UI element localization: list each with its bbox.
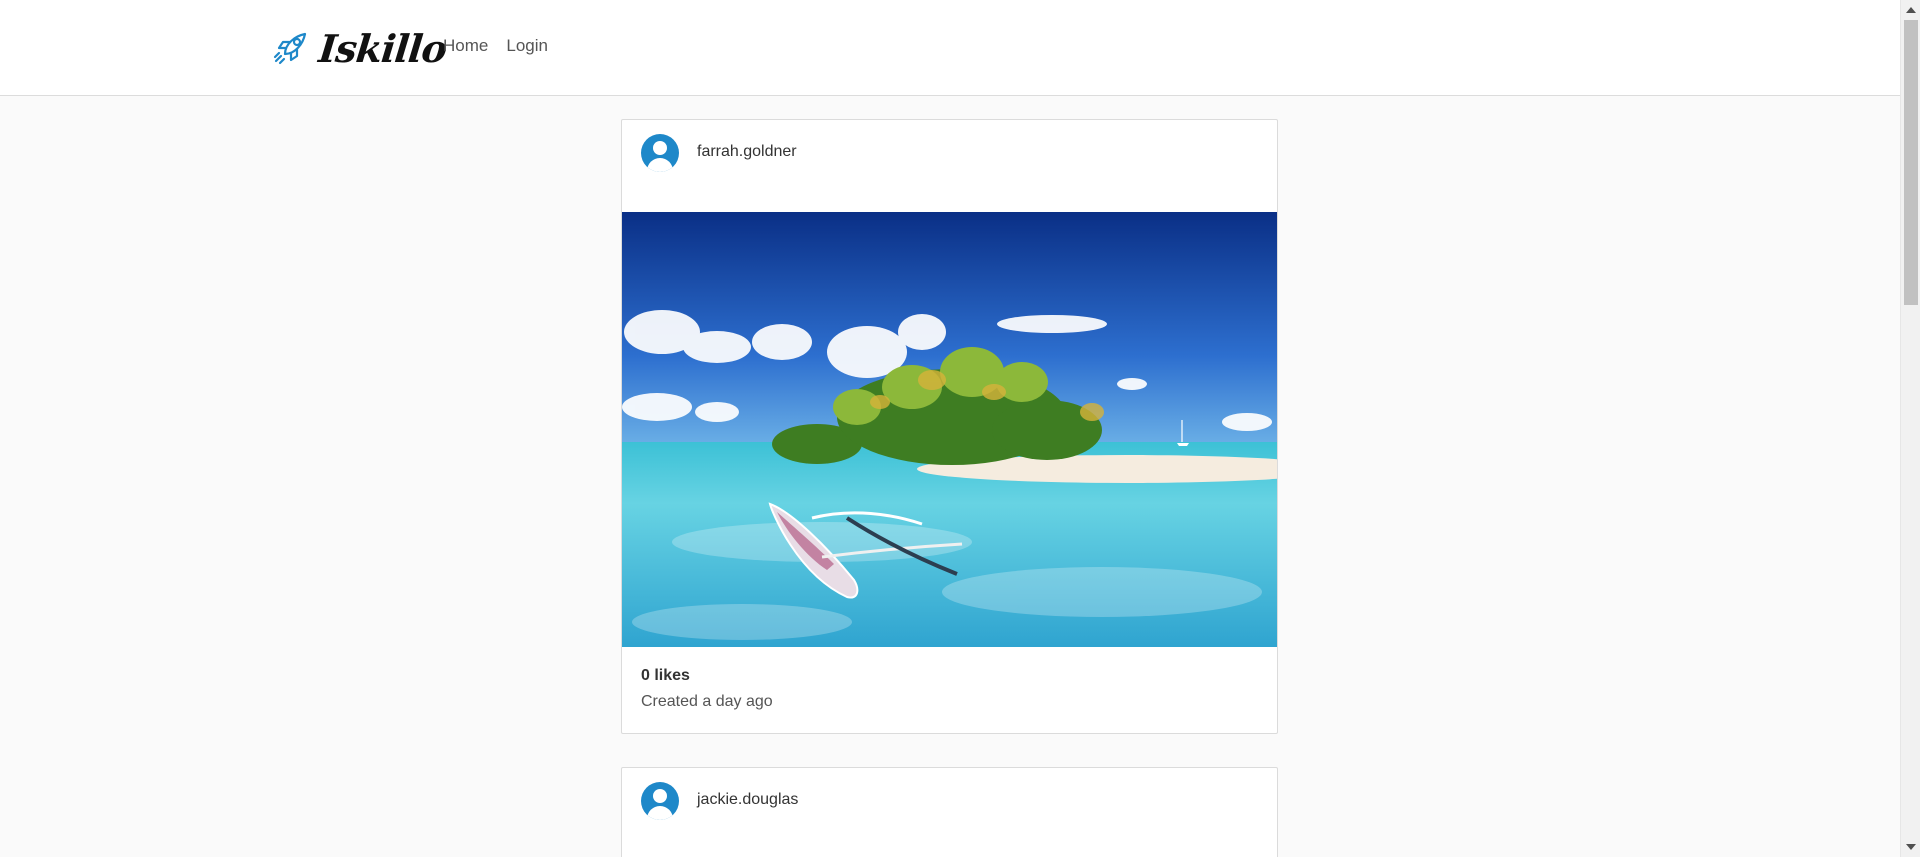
- navbar: Iskillo Home Login: [0, 0, 1900, 96]
- rocket-icon: [273, 32, 307, 65]
- post-card: farrah.goldner 0 likes Created a day ago: [621, 119, 1278, 734]
- brand-logo[interactable]: Iskillo: [271, 24, 449, 72]
- post-feed: farrah.goldner 0 likes Created a day ago…: [621, 119, 1278, 857]
- post-header: farrah.goldner: [622, 120, 1277, 212]
- scroll-up-icon[interactable]: [1906, 7, 1916, 13]
- post-card: jackie.douglas: [621, 767, 1278, 857]
- post-image[interactable]: [622, 212, 1277, 647]
- brand-wordmark: Iskillo: [316, 25, 449, 71]
- post-likes-count: 0 likes: [641, 667, 690, 684]
- scrollbar-thumb[interactable]: [1904, 20, 1918, 305]
- user-avatar-icon[interactable]: [641, 782, 679, 820]
- nav-login-link[interactable]: Login: [506, 36, 548, 56]
- scroll-down-icon[interactable]: [1906, 844, 1916, 850]
- nav-home-link[interactable]: Home: [443, 36, 488, 56]
- post-header: jackie.douglas: [622, 768, 1277, 857]
- post-username[interactable]: farrah.goldner: [697, 143, 797, 161]
- nav-links: Home Login: [443, 36, 548, 56]
- post-footer: 0 likes Created a day ago: [622, 647, 1277, 733]
- page-scrollbar[interactable]: [1900, 0, 1920, 857]
- user-avatar-icon[interactable]: [641, 134, 679, 172]
- post-created-time: Created a day ago: [641, 693, 773, 710]
- post-username[interactable]: jackie.douglas: [697, 791, 798, 809]
